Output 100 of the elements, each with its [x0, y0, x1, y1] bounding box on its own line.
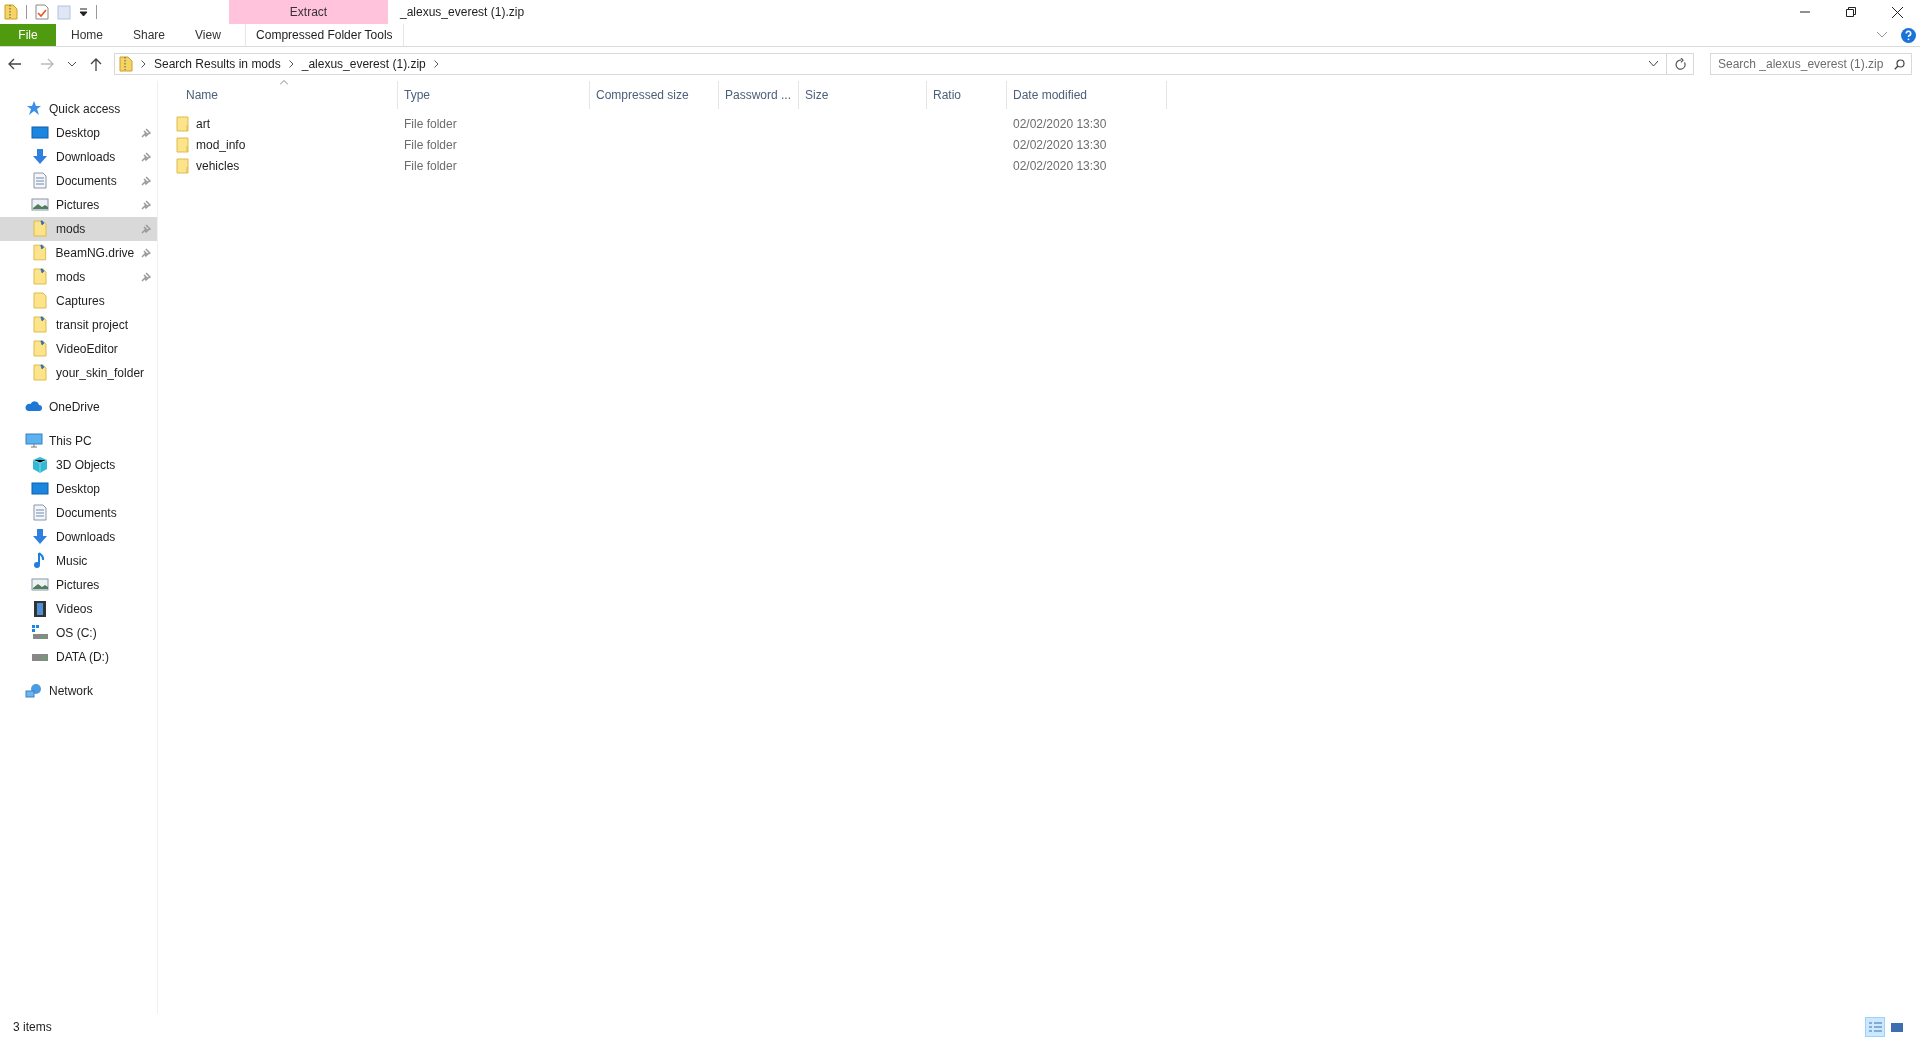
- ribbon-tab[interactable]: Share: [118, 24, 181, 46]
- search-field[interactable]: Search _alexus_everest (1).zip: [1710, 53, 1912, 75]
- sidebar-item[interactable]: Music: [0, 549, 157, 573]
- sidebar-item[interactable]: Desktop: [0, 121, 157, 145]
- download-arrow-icon: [31, 148, 49, 166]
- ribbon-tab[interactable]: Home: [56, 24, 118, 46]
- sidebar-item[interactable]: mods: [0, 217, 157, 241]
- sort-ascending-icon: [280, 80, 288, 85]
- sidebar-item[interactable]: 3D Objects: [0, 453, 157, 477]
- column-header[interactable]: Size: [799, 81, 927, 109]
- dropdown-icon[interactable]: [79, 7, 88, 17]
- cube-icon: [31, 456, 49, 474]
- address-bar[interactable]: Search Results in mods _alexus_everest (1).zip: [114, 53, 1694, 75]
- back-arrow-icon[interactable]: [8, 58, 22, 70]
- pin-icon[interactable]: [141, 128, 151, 138]
- column-header[interactable]: Type: [398, 81, 590, 109]
- sidebar-item[interactable]: your_skin_folder: [0, 361, 157, 385]
- column-header[interactable]: Name: [170, 81, 398, 109]
- sidebar-item[interactable]: Documents: [0, 169, 157, 193]
- folder-icon: [31, 364, 49, 382]
- folder-icon: [31, 316, 49, 334]
- pin-icon[interactable]: [141, 200, 151, 210]
- picture-icon: [31, 196, 49, 214]
- search-icon[interactable]: [1894, 58, 1905, 70]
- chevron-right-icon[interactable]: [288, 60, 294, 68]
- file-type: File folder: [403, 136, 458, 154]
- expand-ribbon-icon[interactable]: [1877, 32, 1887, 38]
- pin-icon[interactable]: [141, 176, 151, 186]
- folder-icon: [31, 340, 49, 358]
- star-icon: [25, 100, 43, 118]
- ribbon-tab[interactable]: Compressed Folder Tools: [244, 24, 404, 46]
- sidebar-item[interactable]: DATA (D:): [0, 645, 157, 669]
- restore-icon: [1846, 7, 1856, 17]
- item-count: 3 items: [13, 1019, 52, 1036]
- column-header[interactable]: Ratio: [927, 81, 1007, 109]
- sidebar-item[interactable]: transit project: [0, 313, 157, 337]
- refresh-icon[interactable]: [1675, 57, 1687, 71]
- file-name: vehicles: [196, 157, 240, 175]
- sidebar-section[interactable]: This PC: [0, 429, 157, 453]
- file-type: File folder: [403, 115, 458, 133]
- file-type: File folder: [403, 157, 458, 175]
- ribbon-tab[interactable]: View: [180, 24, 236, 46]
- sidebar-section[interactable]: OneDrive: [0, 395, 157, 419]
- chevron-right-icon[interactable]: [141, 60, 146, 68]
- file-row[interactable]: mod_info File folder 02/02/2020 13:30: [170, 134, 1920, 155]
- folder-icon: [176, 157, 190, 174]
- properties-icon[interactable]: [35, 4, 49, 20]
- help-icon[interactable]: [1901, 27, 1916, 43]
- film-icon: [31, 600, 49, 618]
- picture-icon: [31, 576, 49, 594]
- pin-icon[interactable]: [141, 224, 151, 234]
- column-header[interactable]: Compressed size: [590, 81, 719, 109]
- sidebar-item[interactable]: Downloads: [0, 145, 157, 169]
- large-icons-icon: [1889, 1020, 1905, 1034]
- zip-folder-icon: [4, 4, 18, 20]
- window-title: _alexus_everest (1).zip: [399, 4, 525, 21]
- folder-icon: [31, 292, 49, 310]
- chevron-right-icon[interactable]: [433, 60, 439, 68]
- file-name: mod_info: [196, 136, 246, 154]
- sidebar-section[interactable]: Network: [0, 679, 157, 703]
- sidebar-item[interactable]: VideoEditor: [0, 337, 157, 361]
- drive-icon: [31, 624, 49, 642]
- sidebar-item[interactable]: Downloads: [0, 525, 157, 549]
- monitor-icon: [31, 124, 49, 142]
- folder-icon: [31, 244, 49, 262]
- sidebar-item[interactable]: Captures: [0, 289, 157, 313]
- document-icon: [31, 172, 49, 190]
- sidebar-item[interactable]: Desktop: [0, 477, 157, 501]
- pin-icon[interactable]: [141, 272, 151, 282]
- date-modified: 02/02/2020 13:30: [1012, 115, 1107, 133]
- sidebar-item[interactable]: Videos: [0, 597, 157, 621]
- sidebar-item[interactable]: Documents: [0, 501, 157, 525]
- details-list-icon: [1867, 1020, 1883, 1034]
- chevron-down-icon[interactable]: [1649, 61, 1658, 67]
- up-arrow-icon[interactable]: [90, 57, 102, 71]
- breadcrumb[interactable]: _alexus_everest (1).zip: [301, 55, 426, 73]
- sidebar-item[interactable]: Pictures: [0, 573, 157, 597]
- ribbon-tab[interactable]: File: [0, 24, 56, 46]
- file-row[interactable]: vehicles File folder 02/02/2020 13:30: [170, 155, 1920, 176]
- close-icon: [1891, 6, 1903, 18]
- monitor-icon: [31, 480, 49, 498]
- file-name: art: [196, 115, 210, 133]
- pin-icon[interactable]: [141, 152, 151, 162]
- column-header[interactable]: Date modified: [1007, 81, 1167, 109]
- folder-icon: [176, 115, 190, 132]
- sidebar-item[interactable]: mods: [0, 265, 157, 289]
- date-modified: 02/02/2020 13:30: [1012, 157, 1107, 175]
- column-header[interactable]: Password ...: [719, 81, 799, 109]
- download-arrow-icon: [31, 528, 49, 546]
- document-icon: [31, 504, 49, 522]
- date-modified: 02/02/2020 13:30: [1012, 136, 1107, 154]
- pin-icon[interactable]: [141, 248, 151, 258]
- sidebar-item[interactable]: OS (C:): [0, 621, 157, 645]
- forward-arrow-icon[interactable]: [40, 58, 54, 70]
- recent-locations-icon[interactable]: [68, 61, 76, 67]
- file-row[interactable]: art File folder 02/02/2020 13:30: [170, 113, 1920, 134]
- sidebar-section[interactable]: Quick access: [0, 97, 157, 121]
- sidebar-item[interactable]: BeamNG.drive: [0, 241, 157, 265]
- breadcrumb[interactable]: Search Results in mods: [154, 55, 281, 73]
- sidebar-item[interactable]: Pictures: [0, 193, 157, 217]
